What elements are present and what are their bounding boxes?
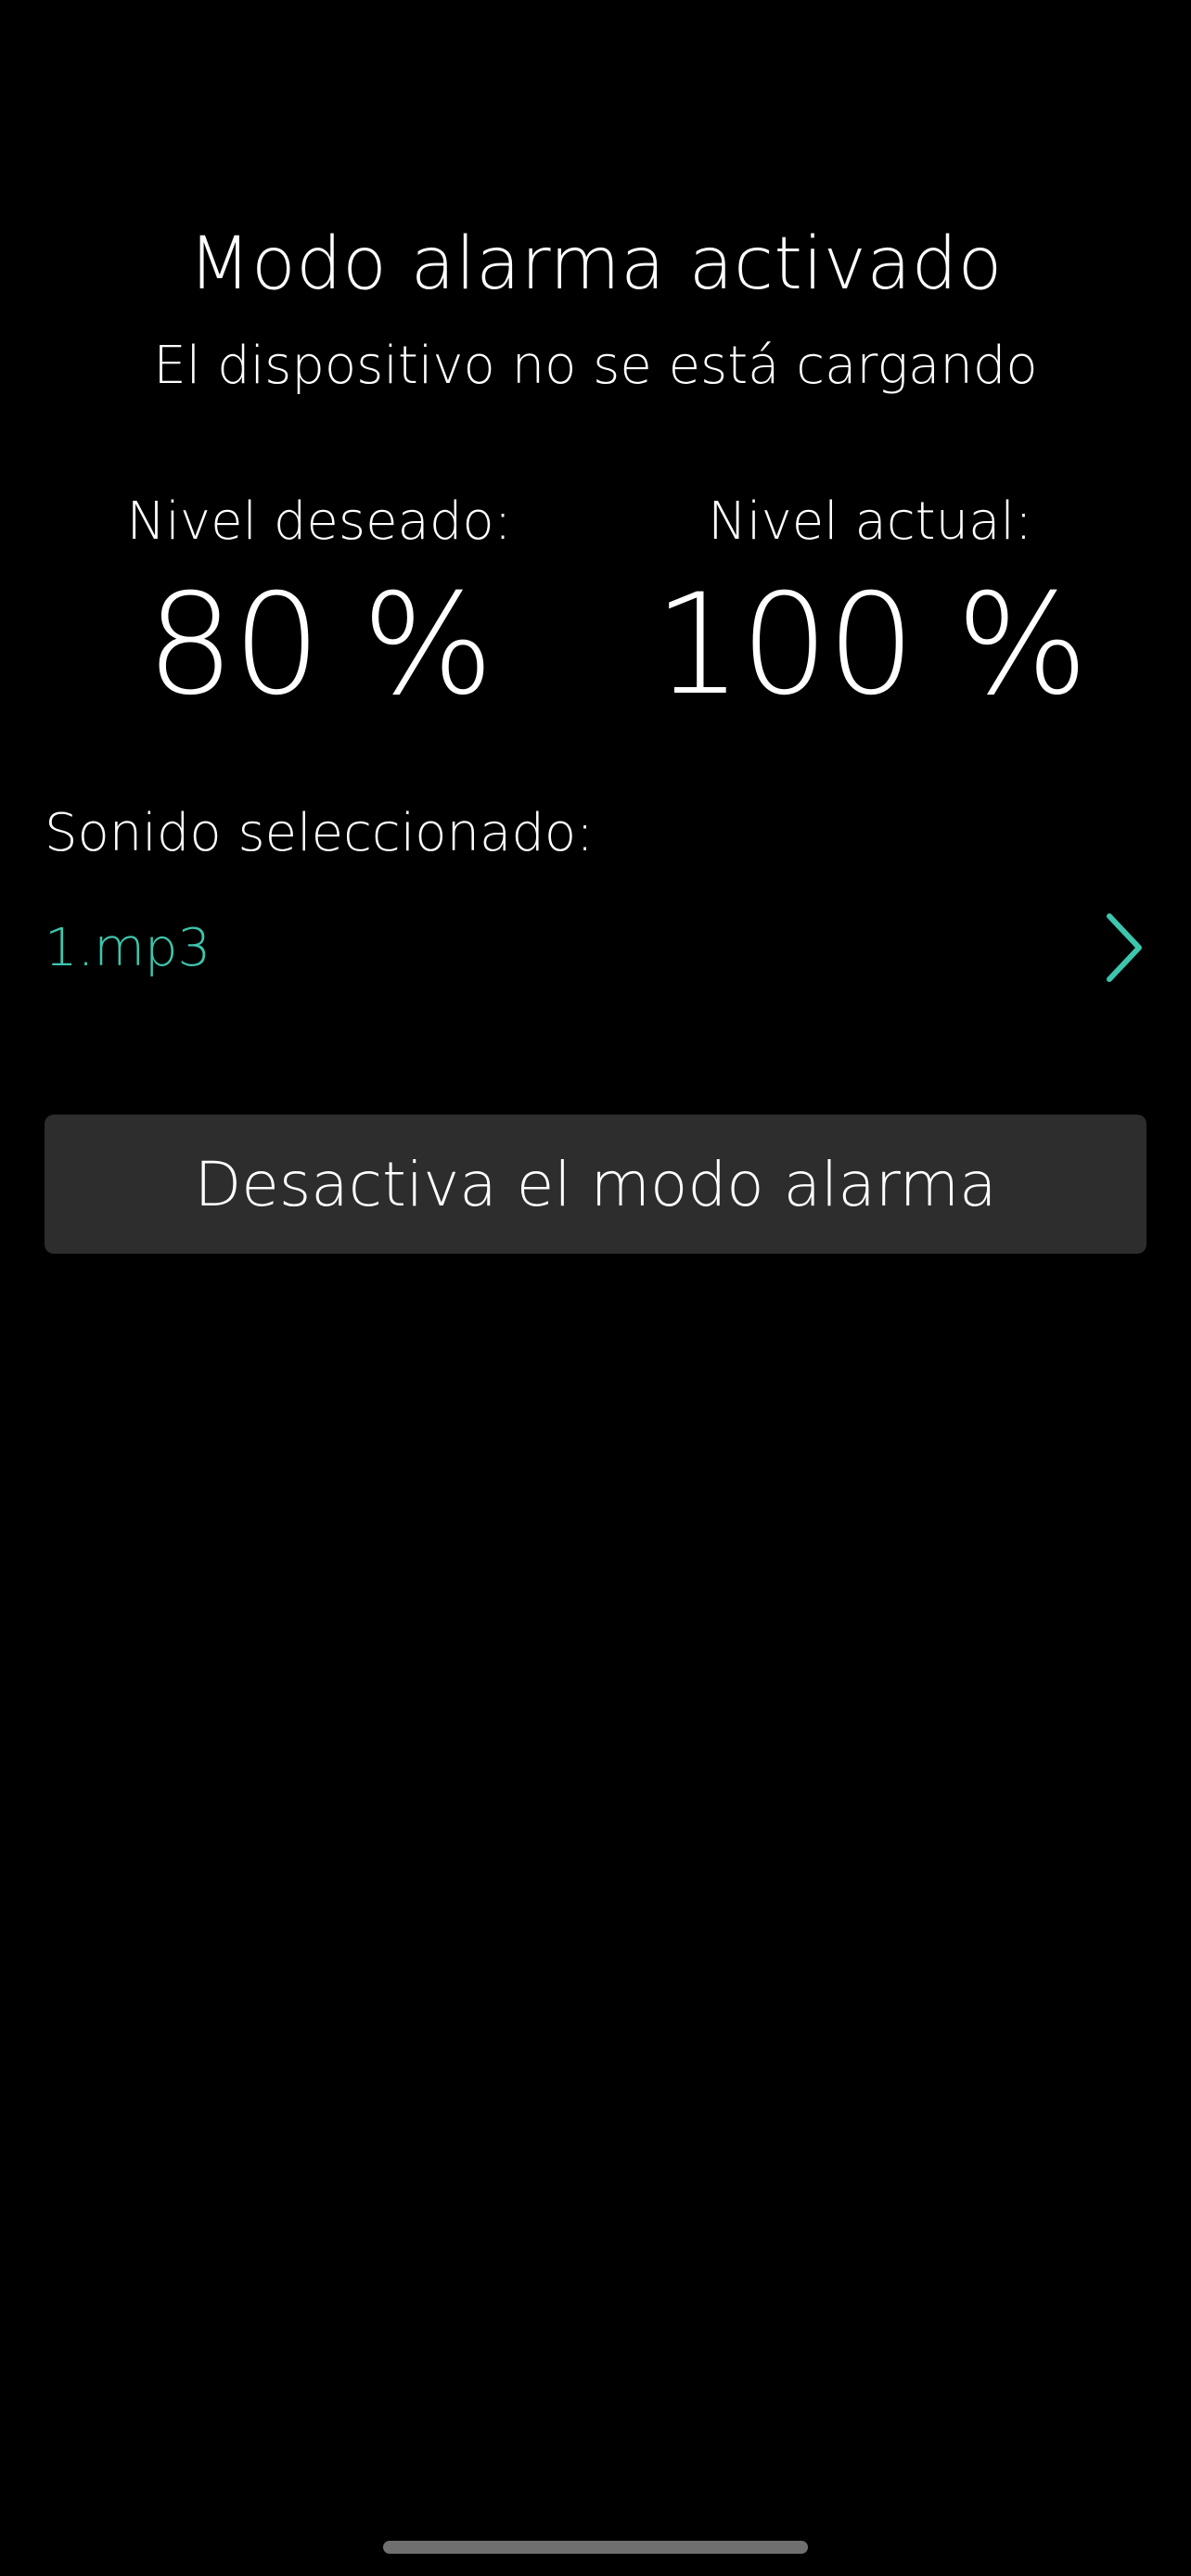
deactivate-alarm-button[interactable]: Desactiva el modo alarma — [45, 1115, 1146, 1254]
page-title: Modo alarma activado — [188, 223, 1003, 306]
sound-section-label: Sonido seleccionado: — [45, 803, 594, 863]
alarm-mode-screen: Modo alarma activado El dispositivo no s… — [0, 0, 1191, 2576]
charging-status-text: El dispositivo no se está cargando — [153, 336, 1038, 396]
desired-level-label: Nivel deseado: — [126, 491, 512, 552]
desired-level-value: 80 % — [146, 565, 493, 726]
selected-sound-value: 1.mp3 — [45, 917, 211, 978]
sound-selector-row[interactable]: 1.mp3 — [45, 899, 1146, 996]
home-indicator[interactable] — [383, 2541, 808, 2554]
current-level-panel: Nivel actual: 100 % — [592, 491, 1148, 715]
current-level-value: 100 % — [653, 565, 1089, 726]
current-level-label: Nivel actual: — [708, 491, 1032, 552]
desired-level-panel: Nivel deseado: 80 % — [41, 491, 597, 715]
chevron-right-icon — [1107, 913, 1142, 982]
